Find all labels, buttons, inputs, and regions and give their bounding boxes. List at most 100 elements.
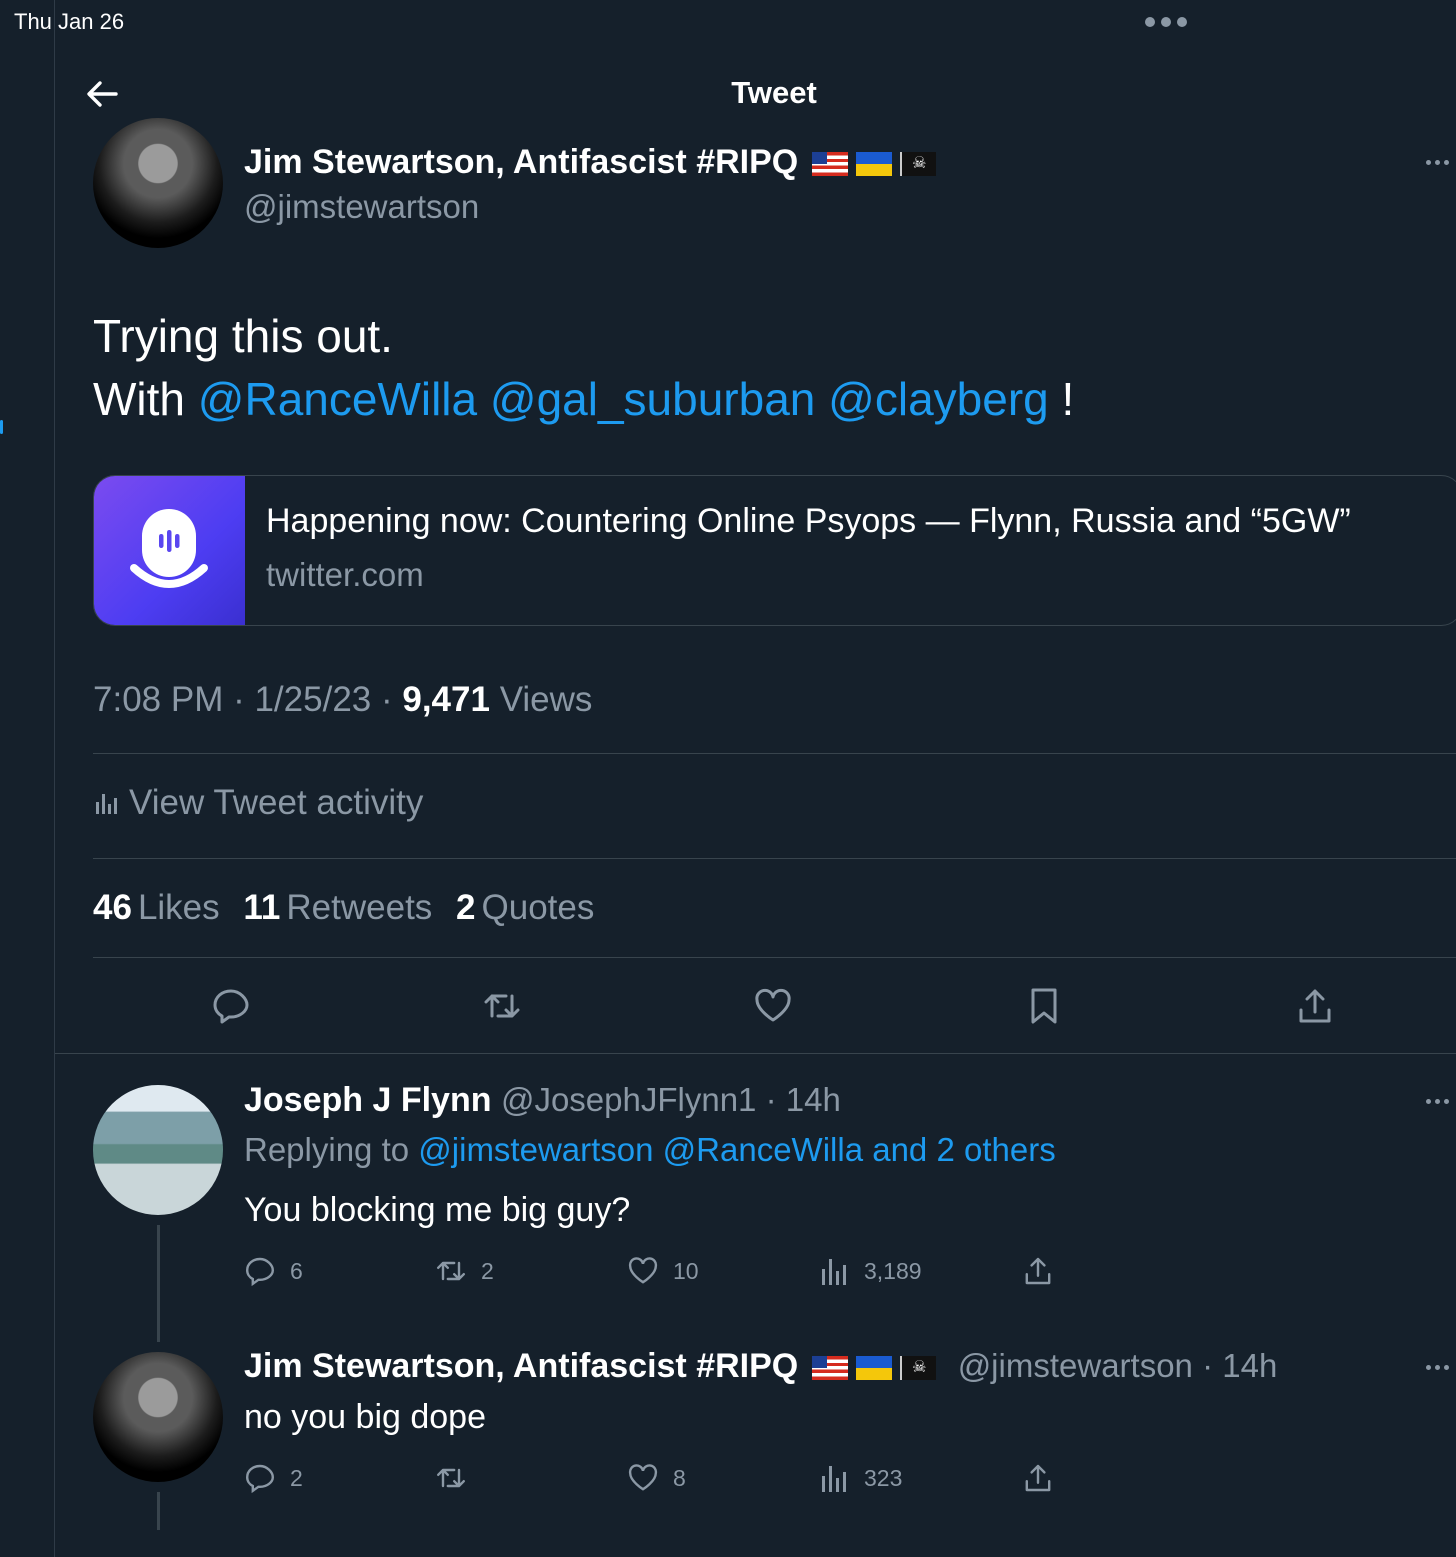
- replying-prefix: Replying to: [244, 1131, 410, 1168]
- reply-icon[interactable]: [211, 986, 251, 1026]
- thread-line: [157, 1225, 160, 1342]
- view-count: 323: [864, 1464, 903, 1491]
- reply-author-handle: @jimstewartson · 14h: [957, 1347, 1278, 1384]
- tweet-meta: 7:08 PM · 1/25/23 · 9,471 Views: [93, 680, 593, 719]
- tweet-text-line2: With @RanceWilla @gal_suburban @clayberg…: [93, 368, 1074, 431]
- status-bar-date: Thu Jan 26: [14, 9, 125, 34]
- share-action[interactable]: [1022, 1255, 1054, 1287]
- like-count: 8: [673, 1464, 686, 1491]
- replying-targets[interactable]: @jimstewartson @RanceWilla and 2 others: [418, 1131, 1055, 1168]
- replying-to: Replying to @jimstewartson @RanceWilla a…: [244, 1131, 1056, 1169]
- reply-time: 14h: [1222, 1347, 1278, 1384]
- views-count: 9,471: [402, 680, 490, 719]
- engagement-stats: 46 Likes 11 Retweets 2 Quotes: [93, 888, 594, 928]
- likes-count: 46: [93, 888, 132, 927]
- retweet-icon: [437, 1261, 465, 1281]
- view-count: 3,189: [864, 1257, 922, 1284]
- card-domain: twitter.com: [266, 556, 424, 593]
- divider: [55, 1053, 1456, 1054]
- pirate-flag-icon: ☠: [900, 1356, 937, 1381]
- tweet-text: Trying this out. With @RanceWilla @gal_s…: [93, 305, 1074, 431]
- reply-action[interactable]: 2: [244, 1462, 303, 1494]
- thread-line: [157, 1492, 160, 1530]
- tweet-text-end: !: [1061, 373, 1075, 425]
- analytics-icon: [822, 1259, 846, 1285]
- share-icon: [1025, 1257, 1051, 1285]
- reply-text: You blocking me big guy?: [244, 1191, 631, 1229]
- like-icon[interactable]: [753, 986, 793, 1026]
- divider: [93, 957, 1456, 958]
- reply-handle: @JosephJFlynn1: [500, 1081, 757, 1118]
- divider: [93, 858, 1456, 859]
- like-icon: [628, 1257, 658, 1284]
- spaces-logo-icon: [94, 476, 245, 625]
- more-options-icon[interactable]: [1426, 1099, 1449, 1104]
- author-avatar[interactable]: [93, 118, 223, 248]
- mention-link[interactable]: @RanceWilla: [198, 373, 477, 425]
- tweet-time[interactable]: 7:08 PM: [93, 680, 223, 719]
- tweet-date[interactable]: 1/25/23: [254, 680, 371, 719]
- reply-author-name: Joseph J Flynn: [244, 1081, 492, 1119]
- like-action[interactable]: 10: [627, 1255, 699, 1287]
- reply-author-name: Jim Stewartson, Antifascist #RIPQ: [244, 1347, 799, 1385]
- mention-link[interactable]: @clayberg: [828, 373, 1049, 425]
- page-title: Tweet: [731, 75, 817, 110]
- reply-author[interactable]: Joseph J Flynn @JosephJFlynn1 · 14h: [244, 1081, 841, 1120]
- like-action[interactable]: 8: [627, 1462, 686, 1494]
- retweets-label: Retweets: [286, 888, 433, 927]
- retweet-icon: [437, 1468, 465, 1488]
- like-icon: [628, 1464, 658, 1491]
- share-action[interactable]: [1022, 1462, 1054, 1494]
- author-handle[interactable]: @jimstewartson: [244, 188, 479, 226]
- tweet-text-line1: Trying this out.: [93, 310, 393, 362]
- bookmark-icon[interactable]: [1024, 986, 1064, 1026]
- reply-action[interactable]: 6: [244, 1255, 303, 1287]
- reply-avatar[interactable]: [93, 1085, 223, 1215]
- author-flags: ☠: [812, 152, 937, 177]
- likes-label: Likes: [137, 888, 220, 927]
- sidebar-divider: [54, 0, 55, 1557]
- ukraine-flag-icon: [856, 1356, 893, 1381]
- quotes-stat[interactable]: 2 Quotes: [456, 888, 594, 927]
- view-activity-label: View Tweet activity: [129, 783, 424, 822]
- author-flags: ☠: [812, 1356, 937, 1381]
- reply-icon: [245, 1464, 275, 1494]
- reply-count: 6: [290, 1257, 303, 1284]
- retweets-stat[interactable]: 11 Retweets: [243, 888, 446, 927]
- card-title: Happening now: Countering Online Psyops …: [266, 502, 1351, 540]
- reply-handle: @jimstewartson: [957, 1347, 1193, 1384]
- views-action[interactable]: 3,189: [818, 1255, 922, 1287]
- us-flag-icon: [812, 152, 849, 177]
- reply-icon: [245, 1257, 275, 1287]
- more-options-icon[interactable]: [1426, 160, 1449, 165]
- reply-author-handle: @JosephJFlynn1 · 14h: [500, 1081, 841, 1118]
- views-label: Views: [499, 680, 593, 719]
- retweet-icon[interactable]: [482, 986, 522, 1026]
- more-options-icon[interactable]: [1426, 1365, 1449, 1370]
- analytics-icon: [822, 1466, 846, 1492]
- retweet-count: 2: [481, 1257, 494, 1284]
- multitasking-dots-icon[interactable]: [1145, 17, 1187, 27]
- link-card[interactable]: Happening now: Countering Online Psyops …: [93, 475, 1456, 626]
- sidebar-indicator: [0, 420, 3, 434]
- share-icon[interactable]: [1295, 986, 1335, 1026]
- us-flag-icon: [812, 1356, 849, 1381]
- analytics-icon: [96, 794, 117, 814]
- reply-text: no you big dope: [244, 1398, 486, 1436]
- reply-avatar[interactable]: [93, 1352, 223, 1482]
- reply-author[interactable]: Jim Stewartson, Antifascist #RIPQ ☠ @jims…: [244, 1347, 1277, 1386]
- author-name[interactable]: Jim Stewartson, Antifascist #RIPQ ☠: [244, 143, 937, 182]
- quotes-count: 2: [456, 888, 476, 927]
- author-name-text: Jim Stewartson, Antifascist #RIPQ: [244, 143, 799, 181]
- quotes-label: Quotes: [481, 888, 595, 927]
- like-count: 10: [673, 1257, 699, 1284]
- retweet-action[interactable]: [435, 1462, 481, 1494]
- pirate-flag-icon: ☠: [900, 152, 937, 177]
- share-icon: [1025, 1464, 1051, 1492]
- mention-link[interactable]: @gal_suburban: [490, 373, 815, 425]
- likes-stat[interactable]: 46 Likes: [93, 888, 234, 927]
- ukraine-flag-icon: [856, 152, 893, 177]
- views-action[interactable]: 323: [818, 1462, 902, 1494]
- view-activity-link[interactable]: View Tweet activity: [93, 783, 423, 823]
- retweet-action[interactable]: 2: [435, 1255, 494, 1287]
